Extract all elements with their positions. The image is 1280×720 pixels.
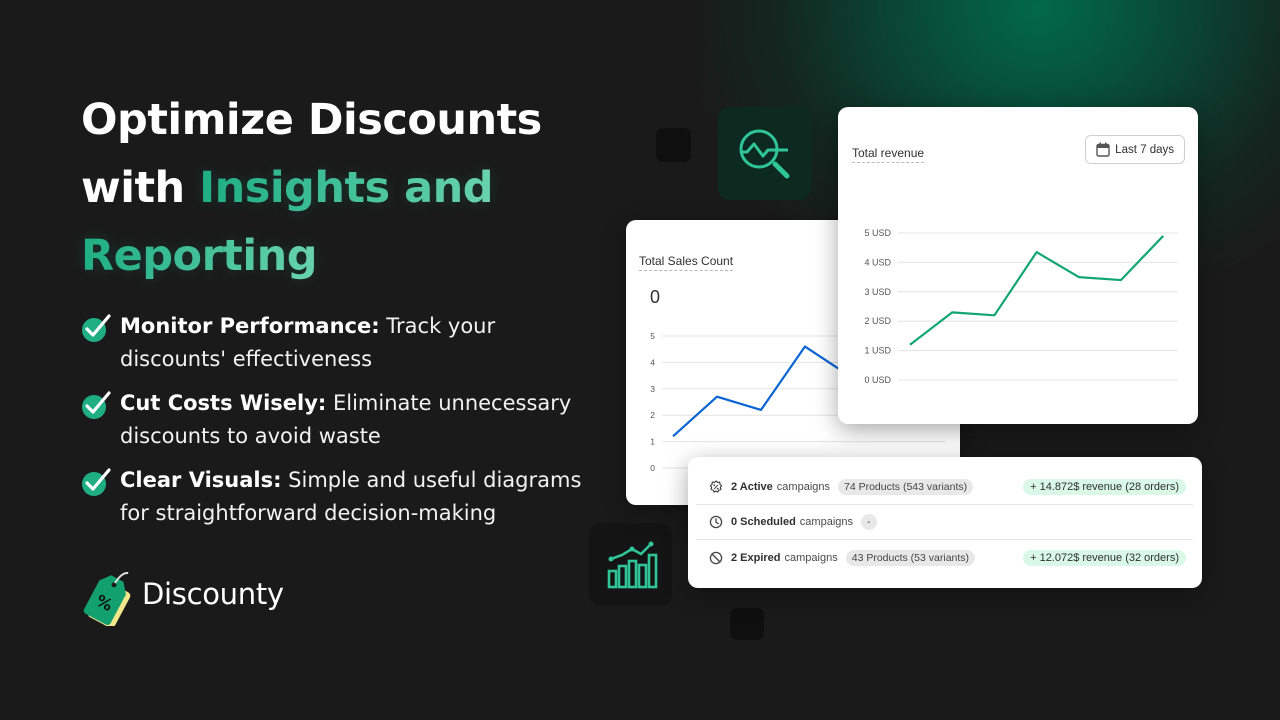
headline-line-3-accent: Reporting <box>81 231 318 281</box>
y-tick-label: 5 USD <box>864 228 891 238</box>
growth-tile <box>589 523 672 606</box>
y-tick-label: 1 USD <box>864 346 891 356</box>
analytics-tile <box>718 107 811 200</box>
campaign-count: 2 Active <box>731 481 773 493</box>
campaign-label: campaigns <box>776 481 830 493</box>
magnifier-chart-icon <box>739 129 789 178</box>
brand: % Discounty <box>80 562 284 626</box>
series-line <box>909 235 1164 346</box>
y-tick-label: 2 <box>650 410 655 420</box>
y-tick-label: 3 USD <box>864 287 891 297</box>
campaign-count: 0 Scheduled <box>731 516 796 528</box>
prohibited-icon <box>709 551 723 564</box>
y-tick-label: 1 <box>650 437 655 447</box>
revenue-chart: 0 USD 1 USD 2 USD 3 USD 4 USD 5 USD <box>864 228 1178 385</box>
bar-chart-trend-icon <box>607 541 657 588</box>
revenue-card: Total revenue Last 7 days 0 USD 1 USD 2 US… <box>838 107 1198 424</box>
feature-title: Clear Visuals: <box>120 468 282 492</box>
series-line <box>672 345 850 438</box>
feature-list: Monitor Performance: Track your discount… <box>80 310 600 541</box>
y-tick-label: 4 <box>650 357 655 367</box>
y-tick-label: 4 USD <box>864 257 891 267</box>
y-tick-label: 3 <box>650 384 655 394</box>
headline: Optimize Discounts with Insights and Rep… <box>81 86 601 290</box>
check-circle-icon <box>82 468 111 496</box>
y-tick-label: 0 USD <box>864 375 891 385</box>
check-circle-icon <box>82 314 111 342</box>
campaign-row-active[interactable]: 2 Active campaigns 74 Products (543 vari… <box>696 470 1193 505</box>
feature-item: Clear Visuals: Simple and useful diagram… <box>80 464 600 530</box>
brand-name: Discounty <box>142 577 284 611</box>
y-tick-label: 0 <box>650 463 655 473</box>
products-pill: 74 Products (543 variants) <box>838 479 974 495</box>
decorative-square <box>656 128 691 162</box>
products-pill: - <box>861 514 877 530</box>
campaign-row-expired[interactable]: 2 Expired campaigns 43 Products (53 vari… <box>696 540 1193 575</box>
check-circle-icon <box>82 391 111 419</box>
headline-line-2-accent: Insights and <box>199 163 493 213</box>
feature-item: Cut Costs Wisely: Eliminate unnecessary … <box>80 387 600 453</box>
revenue-pill: + 12.072$ revenue (32 orders) <box>1023 549 1186 566</box>
campaign-row-scheduled[interactable]: 0 Scheduled campaigns - <box>696 505 1193 540</box>
feature-item: Monitor Performance: Track your discount… <box>80 310 600 376</box>
y-tick-label: 5 <box>650 331 655 341</box>
campaigns-card: 2 Active campaigns 74 Products (543 vari… <box>688 457 1202 588</box>
revenue-pill: + 14.872$ revenue (28 orders) <box>1023 479 1186 495</box>
headline-line-2-plain: with <box>81 163 200 213</box>
campaign-count: 2 Expired <box>731 551 781 564</box>
feature-title: Monitor Performance: <box>120 314 380 338</box>
discount-badge-icon <box>709 480 723 493</box>
decorative-square <box>730 608 764 640</box>
price-tag-percent-icon: % <box>83 571 131 626</box>
campaign-label: campaigns <box>784 551 838 564</box>
headline-line-1: Optimize Discounts <box>81 95 542 145</box>
campaign-label: campaigns <box>799 516 853 528</box>
y-tick-label: 2 USD <box>864 316 891 326</box>
products-pill: 43 Products (53 variants) <box>845 549 976 566</box>
feature-title: Cut Costs Wisely: <box>120 391 327 415</box>
clock-icon <box>709 515 723 529</box>
